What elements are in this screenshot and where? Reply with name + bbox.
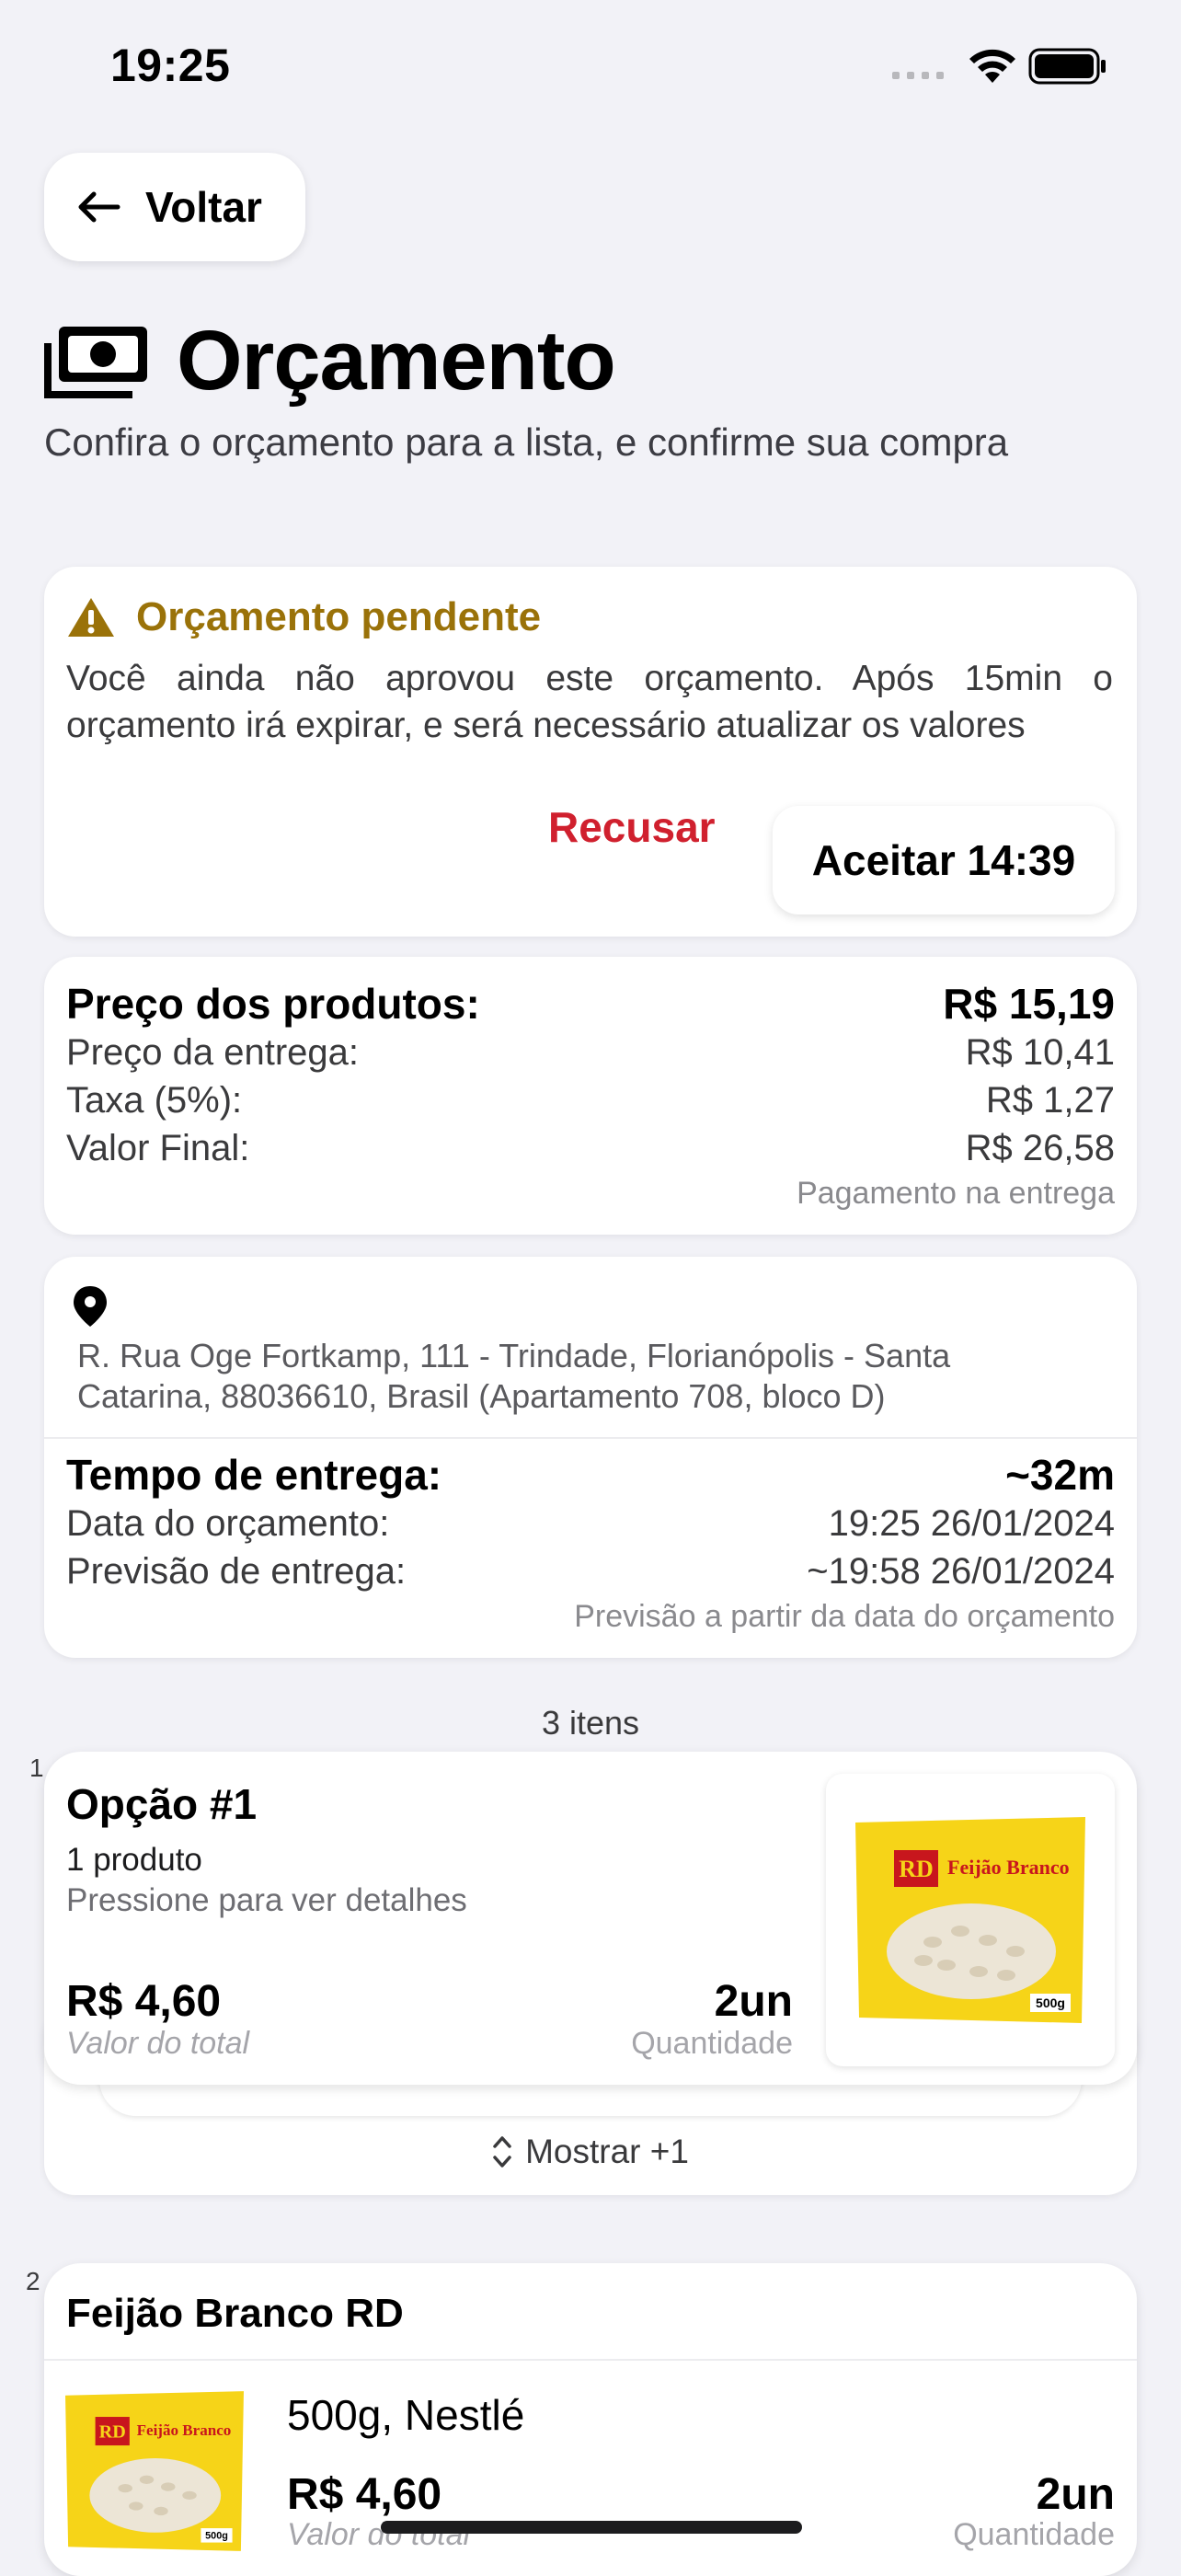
product-image-thumbnail: RD Feijão Branco 500g [57,2388,252,2559]
cellular-signal-icon [892,72,944,79]
item-index: 1 [29,1754,44,1782]
arrow-left-icon [78,191,120,223]
delivery-time-value: ~32m [1005,1451,1115,1499]
warning-icon [68,598,114,637]
pending-message: Você ainda não aprovou este orçamento. A… [66,659,1113,745]
page-title: Orçamento [44,313,616,409]
forecast-row: Previsão de entrega: ~19:58 26/01/2024 [66,1547,1115,1595]
chevron-up-down-icon [493,2136,511,2168]
fee-row: Taxa (5%): R$ 1,27 [66,1076,1115,1124]
status-time: 19:25 [110,40,231,91]
products-price-label: Preço dos produtos: [66,980,480,1028]
items-count: 3 itens [541,1704,640,1742]
pending-quote-card: Orçamento pendente Você ainda não aprovo… [44,567,1137,937]
option-card[interactable]: Opção #1 1 produto Pressione para ver de… [44,1752,1137,2085]
battery-icon [1028,48,1106,85]
quote-date-row: Data do orçamento: 19:25 26/01/2024 [66,1500,1115,1547]
package-name-text: Feijão Branco [137,2421,232,2439]
package-name-text: Feijão Branco [947,1856,1070,1879]
wifi-icon [969,49,1015,83]
price-summary-card: Preço dos produtos: R$ 15,19 Preço da en… [44,957,1137,1235]
fee-label: Taxa (5%): [66,1080,243,1121]
accept-button[interactable]: Aceitar 14:39 [773,806,1115,914]
product-image-thumbnail: RD Feijão Branco 500g [826,1774,1115,2066]
page-title-text: Orçamento [177,314,616,408]
payment-note: Pagamento na entrega [797,1176,1115,1211]
product-price: R$ 4,60 [287,2470,442,2519]
package-weight-text: 500g [1036,1995,1065,2010]
package-weight-text: 500g [205,2531,228,2542]
option-title: Opção #1 [66,1780,258,1828]
divider [44,2359,1137,2361]
final-value-label: Valor Final: [66,1128,250,1168]
package-brand-text: RD [899,1856,934,1882]
forecast-note: Previsão a partir da data do orçamento [574,1599,1115,1634]
product-title: Feijão Branco RD [66,2291,404,2336]
option-price-label: Valor do total [66,2026,250,2061]
back-label: Voltar [145,183,262,231]
option-hint: Pressione para ver detalhes [66,1882,467,1918]
back-button[interactable]: Voltar [44,153,305,261]
option-quantity-label: Quantidade [631,2026,793,2061]
product-quantity-label: Quantidade [953,2517,1115,2552]
bean-package-image: RD Feijão Branco 500g [65,2391,244,2551]
quote-date-label: Data do orçamento: [66,1503,390,1544]
product-quantity: 2un [1036,2470,1115,2519]
forecast-value: ~19:58 26/01/2024 [807,1551,1115,1592]
products-price-value: R$ 15,19 [943,980,1115,1028]
delivery-price-row: Preço da entrega: R$ 10,41 [66,1029,1115,1076]
money-icon [44,326,147,398]
option-quantity: 2un [714,1977,793,2026]
delivery-info-card: R. Rua Oge Fortkamp, 111 - Trindade, Flo… [44,1257,1137,1658]
product-variant: 500g, Nestlé [287,2391,525,2439]
option-price: R$ 4,60 [66,1977,222,2026]
fee-value: R$ 1,27 [985,1080,1115,1121]
item-index: 2 [26,2267,40,2295]
forecast-label: Previsão de entrega: [66,1551,407,1592]
location-pin-icon [74,1286,107,1327]
package-brand-text: RD [99,2422,126,2443]
pending-title: Orçamento pendente [136,594,542,639]
delivery-time-label: Tempo de entrega: [66,1451,442,1499]
final-value: R$ 26,58 [965,1128,1115,1168]
bean-package-image: RD Feijão Branco 500g [855,1817,1085,2023]
final-value-row: Valor Final: R$ 26,58 [66,1124,1115,1172]
products-price-row: Preço dos produtos: R$ 15,19 [66,979,1115,1029]
delivery-price-value: R$ 10,41 [965,1032,1115,1073]
delivery-time-row: Tempo de entrega: ~32m [66,1450,1115,1500]
reject-button[interactable]: Recusar [548,802,716,852]
delivery-price-label: Preço da entrega: [66,1032,359,1073]
home-indicator[interactable] [381,2521,802,2534]
divider [44,1437,1137,1439]
delivery-address: R. Rua Oge Fortkamp, 111 - Trindade, Flo… [77,1337,951,1415]
show-more-button[interactable]: Mostrar +1 [44,2133,1137,2171]
quote-date-value: 19:25 26/01/2024 [828,1503,1115,1544]
show-more-label: Mostrar +1 [525,2133,689,2170]
option-product-count: 1 produto [66,1842,202,1878]
page-subtitle: Confira o orçamento para a lista, e conf… [44,420,1009,464]
